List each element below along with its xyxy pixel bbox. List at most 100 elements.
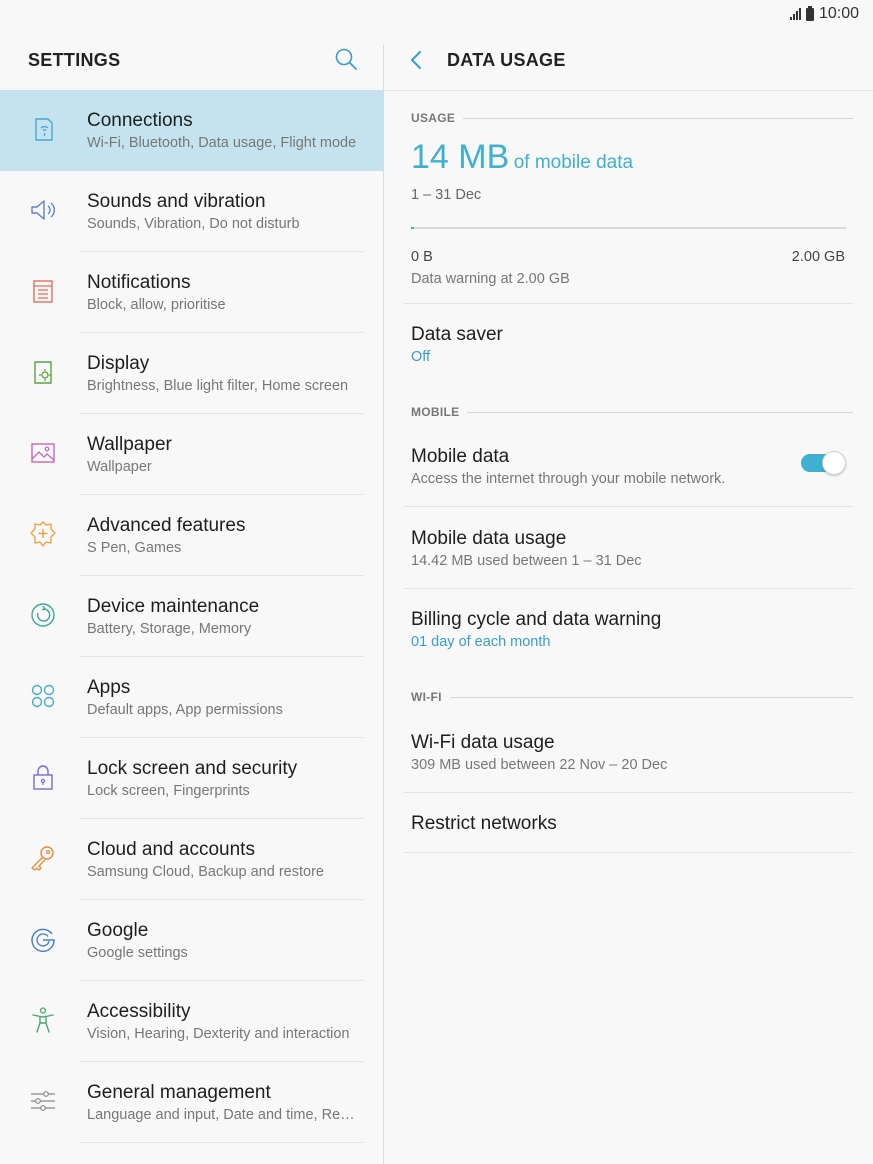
accessibility-icon	[32, 1007, 54, 1033]
mobile-data-row[interactable]: Mobile data Access the internet through …	[404, 426, 853, 507]
row-label: Mobile data usage	[411, 528, 567, 549]
settings-item-sub: Google settings	[87, 945, 188, 961]
row-label: Billing cycle and data warning	[411, 609, 662, 630]
usage-date-range: 1 – 31 Dec	[411, 187, 482, 203]
settings-item-label: Advanced features	[87, 515, 246, 536]
data-usage-pane: DATA USAGE USAGE 14 MB of mobile data 1 …	[384, 30, 873, 1164]
data-saver-row[interactable]: Data saver Off	[404, 303, 853, 385]
battery-icon	[805, 5, 814, 21]
settings-header: SETTINGS	[0, 30, 383, 90]
display-icon	[34, 361, 52, 384]
settings-item-sub: Wi-Fi, Bluetooth, Data usage, Flight mod…	[87, 135, 357, 151]
settings-item-sub: Language and input, Date and time, Res..…	[87, 1107, 357, 1123]
settings-item-label: Lock screen and security	[87, 758, 298, 779]
signal-icon	[789, 8, 801, 20]
section-line	[467, 411, 853, 413]
divider	[80, 1142, 363, 1143]
row-label: Restrict networks	[411, 813, 557, 834]
row-label: Wi-Fi data usage	[411, 732, 555, 753]
data-usage-header: DATA USAGE	[384, 30, 873, 91]
settings-item-sub: Block, allow, prioritise	[87, 297, 226, 313]
settings-item-label: Cloud and accounts	[87, 839, 255, 860]
key-icon	[31, 846, 54, 871]
settings-item-apps[interactable]: Apps Default apps, App permissions	[0, 657, 383, 738]
settings-item-label: Wallpaper	[87, 434, 172, 455]
usage-min-label: 0 B	[411, 249, 433, 265]
settings-item-label: Display	[87, 353, 150, 374]
section-header-mobile: MOBILE	[411, 405, 853, 419]
status-bar: 10:00	[0, 0, 873, 30]
settings-item-device-maintenance[interactable]: Device maintenance Battery, Storage, Mem…	[0, 576, 383, 657]
settings-item-sub: S Pen, Games	[87, 540, 182, 556]
settings-item-label: Notifications	[87, 272, 191, 293]
speaker-icon	[31, 200, 55, 220]
settings-item-sub: Lock screen, Fingerprints	[87, 783, 250, 799]
status-time: 10:00	[818, 5, 859, 22]
settings-item-label: Connections	[87, 110, 193, 131]
settings-item-sub: Battery, Storage, Memory	[87, 621, 252, 637]
search-icon[interactable]	[334, 47, 358, 71]
settings-pane: SETTINGS Connections Wi-Fi, Bluetooth, D…	[0, 30, 383, 1164]
divider	[404, 506, 853, 507]
row-value: 01 day of each month	[411, 634, 551, 650]
mobile-data-toggle[interactable]	[801, 451, 846, 475]
wifi-data-usage-row[interactable]: Wi-Fi data usage 309 MB used between 22 …	[404, 712, 853, 793]
data-warning-text: Data warning at 2.00 GB	[411, 271, 570, 287]
section-header-wifi: WI-FI	[411, 690, 853, 704]
settings-item-sub: Brightness, Blue light filter, Home scre…	[87, 378, 349, 394]
settings-item-sub: Samsung Cloud, Backup and restore	[87, 864, 324, 880]
settings-title: SETTINGS	[28, 50, 121, 70]
maintenance-icon	[31, 603, 55, 627]
apps-icon	[31, 684, 55, 708]
settings-item-sub: Vision, Hearing, Dexterity and interacti…	[87, 1026, 350, 1042]
lock-icon	[33, 765, 53, 790]
section-line	[463, 117, 853, 119]
section-label: USAGE	[411, 111, 456, 125]
row-label: Mobile data	[411, 446, 510, 467]
usage-progress-fill	[411, 227, 415, 229]
row-sub: 309 MB used between 22 Nov – 20 Dec	[411, 757, 668, 773]
settings-item-accessibility[interactable]: Accessibility Vision, Hearing, Dexterity…	[0, 981, 383, 1062]
settings-item-advanced-features[interactable]: Advanced features S Pen, Games	[0, 495, 383, 576]
billing-cycle-row[interactable]: Billing cycle and data warning 01 day of…	[404, 589, 853, 670]
usage-summary: 14 MB of mobile data	[411, 138, 633, 177]
settings-item-sounds-and-vibration[interactable]: Sounds and vibration Sounds, Vibration, …	[0, 171, 383, 252]
usage-progress-bar	[411, 227, 846, 229]
section-header-usage: USAGE	[411, 111, 853, 125]
settings-item-label: General management	[87, 1082, 271, 1103]
settings-item-label: Apps	[87, 677, 131, 698]
notifications-icon	[33, 280, 53, 303]
google-icon	[31, 928, 55, 953]
divider	[404, 852, 853, 853]
settings-item-wallpaper[interactable]: Wallpaper Wallpaper	[0, 414, 383, 495]
mobile-data-usage-row[interactable]: Mobile data usage 14.42 MB used between …	[404, 508, 853, 589]
settings-item-notifications[interactable]: Notifications Block, allow, prioritise	[0, 252, 383, 333]
row-label: Data saver	[411, 324, 503, 345]
back-arrow-icon[interactable]	[406, 48, 428, 72]
wallpaper-icon	[31, 443, 55, 463]
settings-item-sub: Default apps, App permissions	[87, 702, 283, 718]
settings-item-display[interactable]: Display Brightness, Blue light filter, H…	[0, 333, 383, 414]
settings-item-general-management[interactable]: General management Language and input, D…	[0, 1062, 383, 1143]
restrict-networks-row[interactable]: Restrict networks	[404, 793, 853, 853]
toggle-knob	[822, 451, 846, 475]
usage-amount: 14 MB	[411, 138, 510, 176]
settings-item-label: Accessibility	[87, 1001, 191, 1022]
connections-icon	[35, 118, 53, 141]
usage-suffix: of mobile data	[513, 152, 634, 173]
row-sub: Access the internet through your mobile …	[411, 471, 726, 487]
settings-item-google[interactable]: Google Google settings	[0, 900, 383, 981]
settings-item-label: Sounds and vibration	[87, 191, 266, 212]
row-value: Off	[411, 349, 431, 365]
settings-item-cloud-and-accounts[interactable]: Cloud and accounts Samsung Cloud, Backup…	[0, 819, 383, 900]
sliders-icon	[31, 1091, 55, 1111]
settings-item-label: Device maintenance	[87, 596, 260, 617]
settings-item-lock-screen-and-security[interactable]: Lock screen and security Lock screen, Fi…	[0, 738, 383, 819]
section-line	[449, 696, 853, 698]
settings-item-sub: Sounds, Vibration, Do not disturb	[87, 216, 300, 232]
settings-item-label: Google	[87, 920, 149, 941]
row-sub: 14.42 MB used between 1 – 31 Dec	[411, 553, 642, 569]
settings-item-connections[interactable]: Connections Wi-Fi, Bluetooth, Data usage…	[0, 90, 383, 171]
section-label: WI-FI	[411, 690, 442, 704]
settings-item-sub: Wallpaper	[87, 459, 152, 475]
